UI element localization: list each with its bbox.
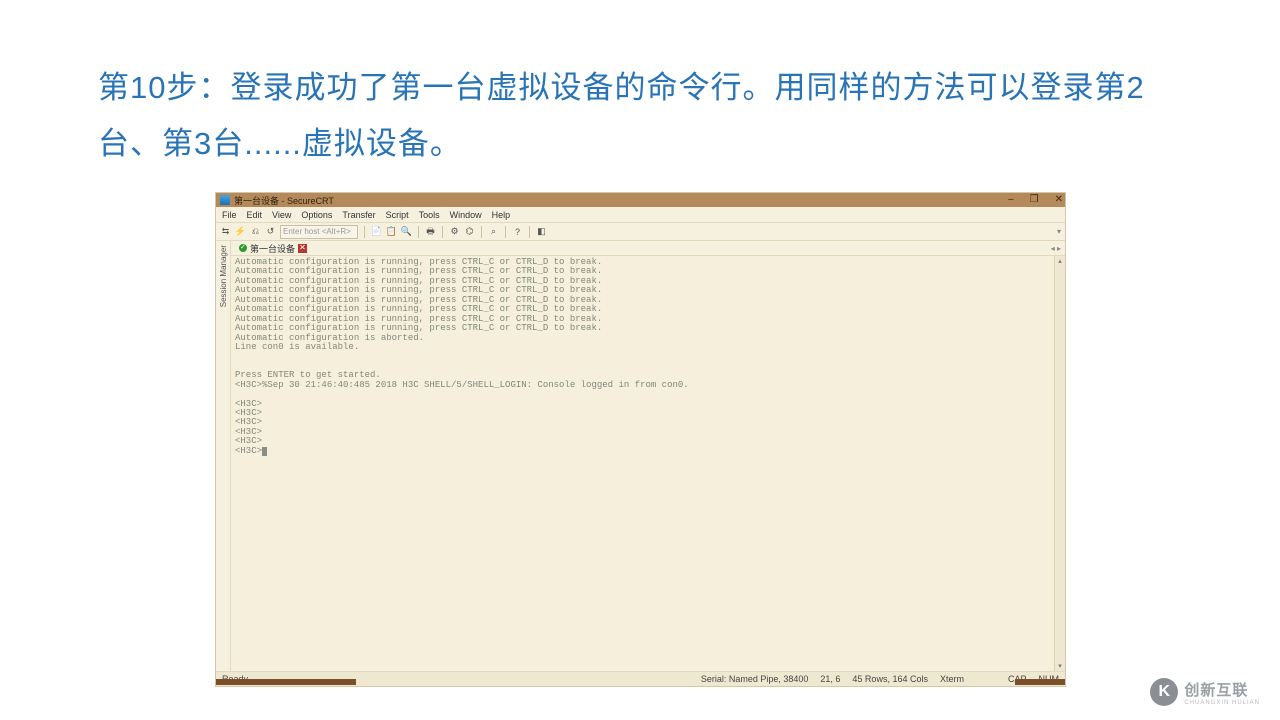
decor-strip (216, 679, 356, 685)
menu-tools[interactable]: Tools (419, 210, 440, 220)
window-title: 第一台设备 - SecureCRT (234, 194, 334, 207)
watermark-sub: CHUANGXIN HULIAN (1184, 700, 1260, 706)
status-connection: Serial: Named Pipe, 38400 (701, 674, 809, 684)
watermark-logo-icon: K (1150, 678, 1178, 706)
menu-file[interactable]: File (222, 210, 237, 220)
close-tab-icon[interactable]: ✕ (298, 244, 307, 253)
status-cursor-pos: 21, 6 (820, 674, 840, 684)
tab-nav-icons[interactable]: ◂ ▸ (1051, 244, 1061, 253)
reconnect-icon[interactable]: ⇆ (220, 226, 231, 237)
minimize-button[interactable]: – (1008, 193, 1014, 207)
menu-transfer[interactable]: Transfer (342, 210, 375, 220)
copy-icon[interactable]: 📄 (371, 226, 382, 237)
cursor (262, 447, 267, 456)
tabstrip: 第一台设备 ✕ ◂ ▸ (231, 241, 1065, 256)
session-manager-tab[interactable]: Session Manager (216, 241, 231, 671)
toolbar-overflow-icon[interactable]: ▾ (1057, 227, 1061, 236)
terminal[interactable]: Automatic configuration is running, pres… (231, 256, 1065, 671)
watermark: K 创新互联 CHUANGXIN HULIAN (1150, 678, 1260, 706)
menu-window[interactable]: Window (450, 210, 482, 220)
options-icon[interactable]: ⚙ (449, 226, 460, 237)
terminal-output: Automatic configuration is running, pres… (231, 256, 1065, 458)
help-icon[interactable]: ? (512, 226, 523, 237)
session-tab-label: 第一台设备 (250, 242, 295, 255)
toolbar: ⇆ ⚡ ⎌ ↺ Enter host <Alt+R> 📄 📋 🔍 🖶 ⚙ ⌬ ⌕… (216, 223, 1065, 241)
decor-strip (1015, 679, 1065, 685)
menu-help[interactable]: Help (492, 210, 511, 220)
scroll-up-icon[interactable]: ▴ (1055, 256, 1065, 266)
maximize-button[interactable]: ❐ (1030, 193, 1039, 207)
session-manager-label: Session Manager (219, 245, 228, 307)
menubar: File Edit View Options Transfer Script T… (216, 207, 1065, 223)
search-icon[interactable]: 🔍 (401, 226, 412, 237)
menu-view[interactable]: View (272, 210, 291, 220)
connected-icon (239, 244, 247, 252)
titlebar[interactable]: 第一台设备 - SecureCRT – ❐ ✕ (216, 193, 1065, 207)
close-button[interactable]: ✕ (1055, 193, 1063, 207)
status-size: 45 Rows, 164 Cols (852, 674, 928, 684)
arrow-icon[interactable]: ↺ (265, 226, 276, 237)
scroll-down-icon[interactable]: ▾ (1055, 661, 1065, 671)
menu-edit[interactable]: Edit (247, 210, 263, 220)
disconnect-icon[interactable]: ⎌ (250, 226, 261, 237)
script-icon[interactable]: ⌕ (488, 226, 499, 237)
gear-icon[interactable]: ⌬ (464, 226, 475, 237)
session-tab[interactable]: 第一台设备 ✕ (235, 242, 311, 255)
menu-options[interactable]: Options (301, 210, 332, 220)
status-term: Xterm (940, 674, 964, 684)
app-icon (220, 195, 230, 205)
paste-icon[interactable]: 📋 (386, 226, 397, 237)
pin-icon[interactable]: ◧ (536, 226, 547, 237)
menu-script[interactable]: Script (386, 210, 409, 220)
print-icon[interactable]: 🖶 (425, 226, 436, 237)
step-heading: 第10步：登录成功了第一台虚拟设备的命令行。用同样的方法可以登录第2台、第3台.… (98, 60, 1182, 172)
securecrt-window: 第一台设备 - SecureCRT – ❐ ✕ File Edit View O… (215, 192, 1066, 687)
scrollbar[interactable]: ▴ ▾ (1054, 256, 1065, 671)
watermark-brand: 创新互联 (1184, 682, 1248, 699)
host-input[interactable]: Enter host <Alt+R> (280, 225, 358, 239)
lightning-icon[interactable]: ⚡ (235, 226, 246, 237)
